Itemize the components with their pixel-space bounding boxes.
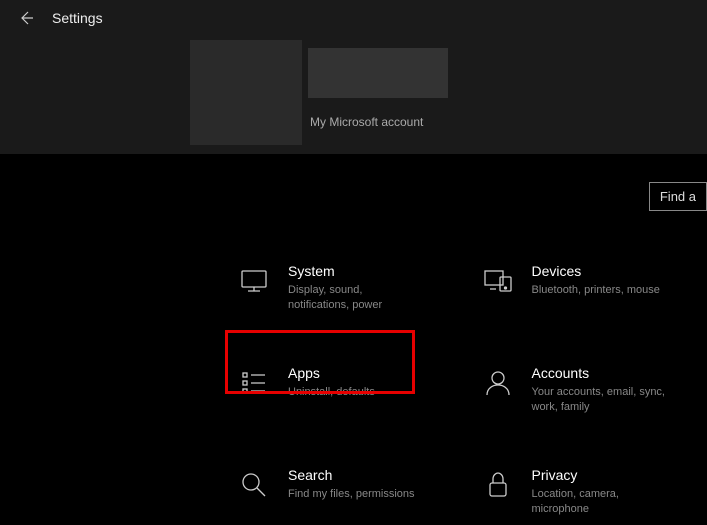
category-title: Devices <box>532 263 670 279</box>
system-icon <box>238 265 270 297</box>
settings-categories: System Display, sound, notifications, po… <box>0 255 707 525</box>
category-privacy[interactable]: Privacy Location, camera, microphone <box>474 459 678 525</box>
category-system[interactable]: System Display, sound, notifications, po… <box>230 255 434 322</box>
search-icon <box>238 469 270 501</box>
category-title: Accounts <box>532 365 670 381</box>
privacy-icon <box>482 469 514 501</box>
category-desc: Your accounts, email, sync, work, family <box>532 385 670 416</box>
category-desc: Location, camera, microphone <box>532 487 670 518</box>
apps-icon <box>238 367 270 399</box>
category-accounts[interactable]: Accounts Your accounts, email, sync, wor… <box>474 357 678 424</box>
find-setting-input[interactable]: Find a <box>649 182 707 211</box>
category-title: Search <box>288 467 426 483</box>
category-search[interactable]: Search Find my files, permissions <box>230 459 434 525</box>
category-title: Privacy <box>532 467 670 483</box>
account-link[interactable]: My Microsoft account <box>310 115 423 129</box>
category-title: System <box>288 263 426 279</box>
category-desc: Uninstall, defaults <box>288 385 426 400</box>
accounts-icon <box>482 367 514 399</box>
profile-name-placeholder <box>308 48 448 98</box>
category-desc: Bluetooth, printers, mouse <box>532 283 670 298</box>
category-devices[interactable]: Devices Bluetooth, printers, mouse <box>474 255 678 322</box>
profile-area <box>190 40 448 145</box>
category-apps[interactable]: Apps Uninstall, defaults <box>230 357 434 424</box>
page-title: Settings <box>52 10 103 26</box>
back-icon[interactable] <box>18 10 34 26</box>
devices-icon <box>482 265 514 297</box>
category-title: Apps <box>288 365 426 381</box>
category-desc: Display, sound, notifications, power <box>288 283 426 314</box>
settings-header: Settings My Microsoft account <box>0 0 707 154</box>
profile-picture[interactable] <box>190 40 302 145</box>
